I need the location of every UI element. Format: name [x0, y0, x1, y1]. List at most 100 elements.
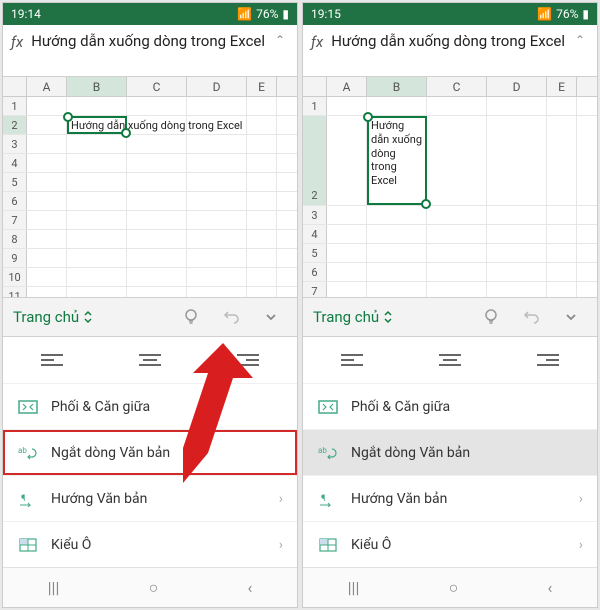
row-header[interactable]: 10: [3, 268, 27, 286]
cell[interactable]: [27, 287, 67, 297]
cell[interactable]: [247, 135, 277, 153]
cell[interactable]: [427, 225, 487, 243]
lightbulb-icon[interactable]: [475, 301, 507, 333]
cell[interactable]: [67, 211, 127, 229]
select-all-corner[interactable]: [3, 77, 27, 96]
row-header[interactable]: 4: [3, 154, 27, 172]
cell[interactable]: [127, 249, 187, 267]
cell[interactable]: [427, 244, 487, 262]
cell[interactable]: [67, 287, 127, 297]
nav-recent-icon[interactable]: |||: [48, 578, 60, 597]
align-right-button[interactable]: [199, 337, 297, 383]
nav-back-icon[interactable]: ‹: [248, 578, 253, 597]
cell[interactable]: [247, 154, 277, 172]
collapse-icon[interactable]: ⌃: [271, 31, 289, 49]
row-header[interactable]: 3: [303, 206, 327, 224]
cell[interactable]: [187, 211, 247, 229]
cell[interactable]: [547, 206, 577, 224]
cell[interactable]: [67, 249, 127, 267]
cell[interactable]: [367, 263, 427, 281]
cell[interactable]: [547, 116, 577, 205]
cell[interactable]: [247, 287, 277, 297]
cell[interactable]: [27, 192, 67, 210]
lightbulb-icon[interactable]: [175, 301, 207, 333]
select-all-corner[interactable]: [303, 77, 327, 96]
cell[interactable]: [127, 173, 187, 191]
cell[interactable]: [487, 282, 547, 297]
cell[interactable]: [27, 249, 67, 267]
row-header[interactable]: 1: [3, 97, 27, 115]
cell[interactable]: [367, 282, 427, 297]
cell[interactable]: [327, 206, 367, 224]
cell[interactable]: [247, 268, 277, 286]
cell[interactable]: [127, 154, 187, 172]
col-header[interactable]: A: [27, 77, 67, 96]
chevron-down-icon[interactable]: [255, 301, 287, 333]
cell[interactable]: [67, 173, 127, 191]
home-tab[interactable]: Trang chủ: [13, 308, 167, 326]
cell[interactable]: [187, 173, 247, 191]
cell[interactable]: [247, 97, 277, 115]
col-header[interactable]: B: [367, 77, 427, 96]
cell[interactable]: [427, 263, 487, 281]
cell[interactable]: [187, 249, 247, 267]
wrap-text-button[interactable]: ab Ngắt dòng Văn bản: [303, 429, 597, 475]
cell[interactable]: [427, 282, 487, 297]
align-left-button[interactable]: [303, 337, 401, 383]
nav-recent-icon[interactable]: |||: [348, 578, 360, 597]
cell[interactable]: [67, 97, 127, 115]
row-header[interactable]: 3: [3, 135, 27, 153]
cell[interactable]: [247, 211, 277, 229]
cell[interactable]: [27, 173, 67, 191]
cell[interactable]: [67, 135, 127, 153]
cell[interactable]: [367, 97, 427, 115]
cell-style-button[interactable]: Kiểu Ô ›: [3, 521, 297, 567]
cell[interactable]: [487, 97, 547, 115]
cell[interactable]: [127, 192, 187, 210]
row-header[interactable]: 11: [3, 287, 27, 297]
cell-style-button[interactable]: Kiểu Ô ›: [303, 521, 597, 567]
cell[interactable]: [187, 97, 247, 115]
home-tab[interactable]: Trang chủ: [313, 308, 467, 326]
col-header[interactable]: C: [127, 77, 187, 96]
col-header[interactable]: E: [247, 77, 277, 96]
chevron-down-icon[interactable]: [555, 301, 587, 333]
row-header[interactable]: 6: [3, 192, 27, 210]
cell[interactable]: [127, 135, 187, 153]
cell[interactable]: [127, 211, 187, 229]
text-direction-button[interactable]: ¶ Hướng Văn bản ›: [3, 475, 297, 521]
collapse-icon[interactable]: ⌃: [571, 31, 589, 49]
spreadsheet-grid[interactable]: A B C D E 12Hướng dẫn xuống dòng trong E…: [3, 77, 297, 297]
cell[interactable]: [127, 287, 187, 297]
cell[interactable]: [327, 116, 367, 205]
cell[interactable]: [327, 97, 367, 115]
cell[interactable]: [327, 225, 367, 243]
cell[interactable]: [27, 116, 67, 134]
cell[interactable]: [27, 230, 67, 248]
cell[interactable]: [187, 154, 247, 172]
cell[interactable]: [247, 116, 277, 134]
cell[interactable]: [67, 192, 127, 210]
cell[interactable]: [127, 268, 187, 286]
cell[interactable]: [187, 192, 247, 210]
nav-back-icon[interactable]: ‹: [548, 578, 553, 597]
align-left-button[interactable]: [3, 337, 101, 383]
cell[interactable]: [27, 135, 67, 153]
cell[interactable]: [487, 116, 547, 205]
cell[interactable]: [127, 230, 187, 248]
cell[interactable]: [247, 230, 277, 248]
cell[interactable]: [187, 287, 247, 297]
cell[interactable]: [67, 154, 127, 172]
cell[interactable]: [487, 244, 547, 262]
cell[interactable]: [67, 268, 127, 286]
cell[interactable]: [27, 211, 67, 229]
cell[interactable]: Hướng dẫn xuống dòng trong Excel: [367, 116, 427, 205]
cell[interactable]: [247, 192, 277, 210]
undo-icon[interactable]: [215, 301, 247, 333]
row-header[interactable]: 5: [3, 173, 27, 191]
row-header[interactable]: 2: [303, 116, 327, 205]
cell[interactable]: [187, 268, 247, 286]
formula-bar[interactable]: ƒx Hướng dẫn xuống dòng trong Excel ⌃: [3, 25, 297, 77]
cell[interactable]: [127, 97, 187, 115]
cell[interactable]: [547, 263, 577, 281]
